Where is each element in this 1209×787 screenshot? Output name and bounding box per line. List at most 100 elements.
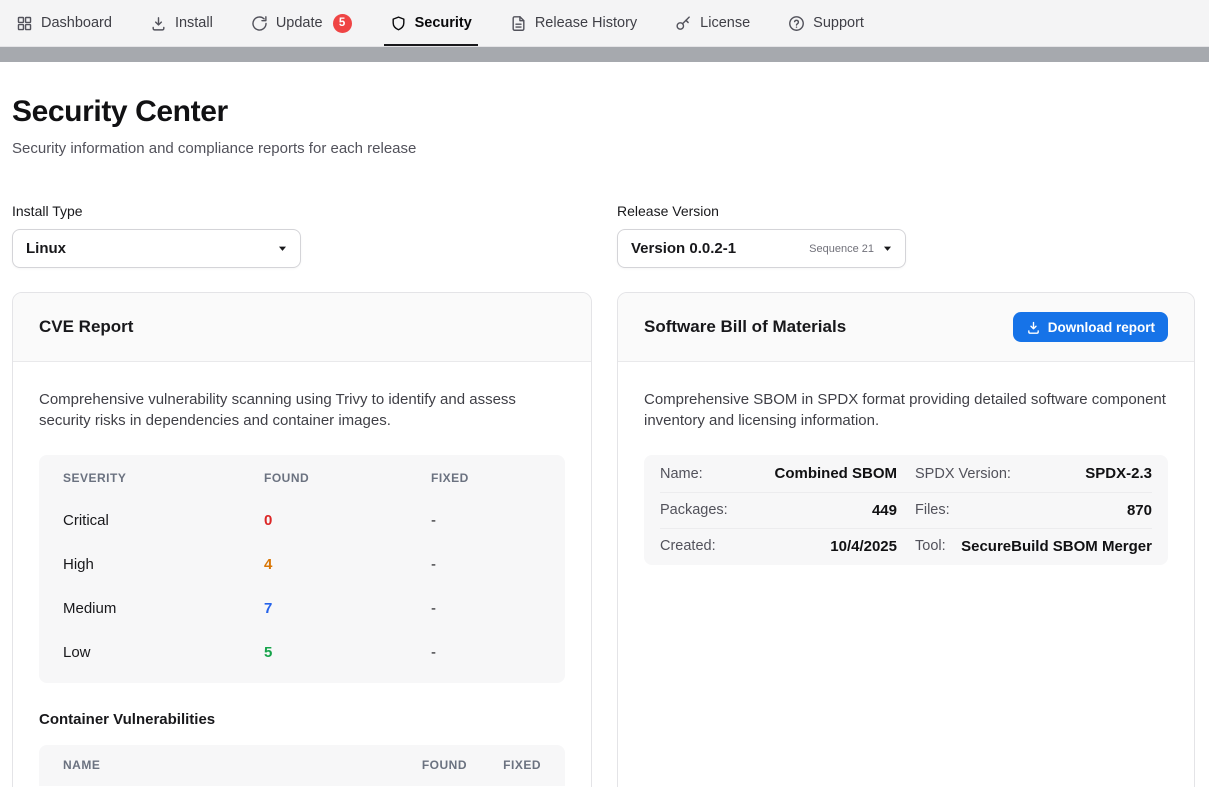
- sbom-detail-value: 449: [872, 502, 897, 519]
- sequence-label: Sequence 21: [809, 243, 874, 255]
- fixed-col-header: FIXED: [467, 758, 541, 772]
- sbom-detail-value: 870: [1127, 502, 1152, 519]
- document-icon: [510, 15, 527, 32]
- install-type-value: Linux: [26, 240, 66, 257]
- chevron-down-icon: [882, 243, 893, 254]
- nav-item-label: Release History: [535, 15, 637, 31]
- container-vuln-table: NAME FOUND FIXED: [39, 745, 565, 786]
- sbom-detail-pair: SPDX Version: SPDX-2.3: [915, 465, 1152, 482]
- severity-row-critical: Critical 0 -: [39, 499, 565, 543]
- nav-item-security[interactable]: Security: [390, 0, 472, 46]
- fixed-col-header: FIXED: [431, 471, 541, 485]
- severity-fixed-count: -: [431, 600, 541, 617]
- sbom-detail-value: Combined SBOM: [775, 465, 898, 482]
- found-col-header: FOUND: [377, 758, 467, 772]
- nav-item-dashboard[interactable]: Dashboard: [16, 0, 112, 46]
- sbom-detail-pair: Name: Combined SBOM: [660, 465, 897, 482]
- release-version-select[interactable]: Version 0.0.2-1 Sequence 21: [617, 229, 906, 268]
- nav-item-install[interactable]: Install: [150, 0, 213, 46]
- nav-item-label: Install: [175, 15, 213, 31]
- help-circle-icon: [788, 15, 805, 32]
- nav-item-license[interactable]: License: [675, 0, 750, 46]
- severity-row-medium: Medium 7 -: [39, 587, 565, 631]
- grid-icon: [16, 15, 33, 32]
- sbom-card: Software Bill of Materials Download repo…: [617, 292, 1195, 787]
- cve-report-title: CVE Report: [39, 317, 133, 337]
- sbom-detail-value: SPDX-2.3: [1085, 465, 1152, 482]
- severity-label: Low: [63, 644, 264, 661]
- release-version-label: Release Version: [617, 203, 1195, 219]
- sbom-detail-label: SPDX Version:: [915, 466, 1011, 482]
- cve-report-description: Comprehensive vulnerability scanning usi…: [39, 389, 565, 432]
- sbom-detail-label: Created:: [660, 538, 716, 554]
- key-icon: [675, 15, 692, 32]
- install-type-select[interactable]: Linux: [12, 229, 301, 268]
- page-subtitle: Security information and compliance repo…: [12, 140, 1195, 157]
- nav-item-label: Support: [813, 15, 864, 31]
- top-navigation: Dashboard Install Update 5 Security Rele…: [0, 0, 1209, 47]
- main-content: Security Center Security information and…: [0, 62, 1209, 787]
- download-icon: [1026, 320, 1041, 335]
- severity-found-count: 5: [264, 644, 431, 661]
- sbom-details: Name: Combined SBOM SPDX Version: SPDX-2…: [644, 455, 1168, 565]
- nav-item-update[interactable]: Update 5: [251, 0, 352, 46]
- severity-row-low: Low 5 -: [39, 631, 565, 675]
- severity-table-header: SEVERITY FOUND FIXED: [39, 457, 565, 499]
- sbom-detail-row: Name: Combined SBOM SPDX Version: SPDX-2…: [660, 456, 1152, 492]
- sbom-detail-value: 10/4/2025: [830, 538, 897, 555]
- sbom-detail-label: Name:: [660, 466, 703, 482]
- release-version-value: Version 0.0.2-1: [631, 240, 736, 257]
- page-title: Security Center: [12, 95, 1195, 129]
- nav-item-label: Security: [415, 15, 472, 31]
- container-vulnerabilities-title: Container Vulnerabilities: [39, 711, 565, 728]
- sbom-header: Software Bill of Materials Download repo…: [618, 293, 1194, 362]
- sbom-detail-pair: Created: 10/4/2025: [660, 538, 897, 555]
- nav-item-label: Update: [276, 15, 323, 31]
- severity-col-header: SEVERITY: [63, 471, 264, 485]
- sbom-detail-pair: Packages: 449: [660, 502, 897, 519]
- shield-icon: [390, 15, 407, 32]
- sbom-title: Software Bill of Materials: [644, 317, 846, 337]
- nav-item-label: License: [700, 15, 750, 31]
- chevron-down-icon: [277, 243, 288, 254]
- nav-item-release-history[interactable]: Release History: [510, 0, 637, 46]
- severity-rows: Critical 0 - High 4 - Medium 7 - Low 5 -: [39, 499, 565, 675]
- nav-item-support[interactable]: Support: [788, 0, 864, 46]
- divider-strip: [0, 47, 1209, 62]
- severity-row-high: High 4 -: [39, 543, 565, 587]
- name-col-header: NAME: [63, 758, 377, 772]
- severity-fixed-count: -: [431, 556, 541, 573]
- cve-report-card: CVE Report Comprehensive vulnerability s…: [12, 292, 592, 787]
- cve-report-header: CVE Report: [13, 293, 591, 362]
- sbom-detail-row: Created: 10/4/2025 Tool: SecureBuild SBO…: [660, 528, 1152, 564]
- severity-fixed-count: -: [431, 512, 541, 529]
- install-type-label: Install Type: [12, 203, 592, 219]
- sbom-detail-value: SecureBuild SBOM Merger: [961, 538, 1152, 555]
- sbom-detail-label: Packages:: [660, 502, 728, 518]
- sbom-detail-pair: Files: 870: [915, 502, 1152, 519]
- sbom-detail-row: Packages: 449 Files: 870: [660, 492, 1152, 528]
- severity-table: SEVERITY FOUND FIXED Critical 0 - High 4…: [39, 455, 565, 683]
- severity-label: High: [63, 556, 264, 573]
- severity-label: Critical: [63, 512, 264, 529]
- cards-row: CVE Report Comprehensive vulnerability s…: [12, 292, 1195, 787]
- severity-found-count: 7: [264, 600, 431, 617]
- install-type-filter: Install Type Linux: [12, 203, 592, 268]
- severity-label: Medium: [63, 600, 264, 617]
- nav-item-label: Dashboard: [41, 15, 112, 31]
- sbom-detail-label: Tool:: [915, 538, 946, 554]
- cve-report-body: Comprehensive vulnerability scanning usi…: [13, 362, 591, 787]
- severity-found-count: 0: [264, 512, 431, 529]
- severity-found-count: 4: [264, 556, 431, 573]
- update-count-badge: 5: [333, 14, 352, 33]
- download-report-button[interactable]: Download report: [1013, 312, 1168, 342]
- install-download-icon: [150, 15, 167, 32]
- release-version-filter: Release Version Version 0.0.2-1 Sequence…: [617, 203, 1195, 268]
- download-report-label: Download report: [1048, 320, 1155, 335]
- sbom-description: Comprehensive SBOM in SPDX format provid…: [644, 389, 1168, 432]
- filters-row: Install Type Linux Release Version Versi…: [12, 203, 1195, 268]
- severity-fixed-count: -: [431, 644, 541, 661]
- container-vuln-table-header: NAME FOUND FIXED: [39, 745, 565, 786]
- sbom-body: Comprehensive SBOM in SPDX format provid…: [618, 362, 1194, 787]
- found-col-header: FOUND: [264, 471, 431, 485]
